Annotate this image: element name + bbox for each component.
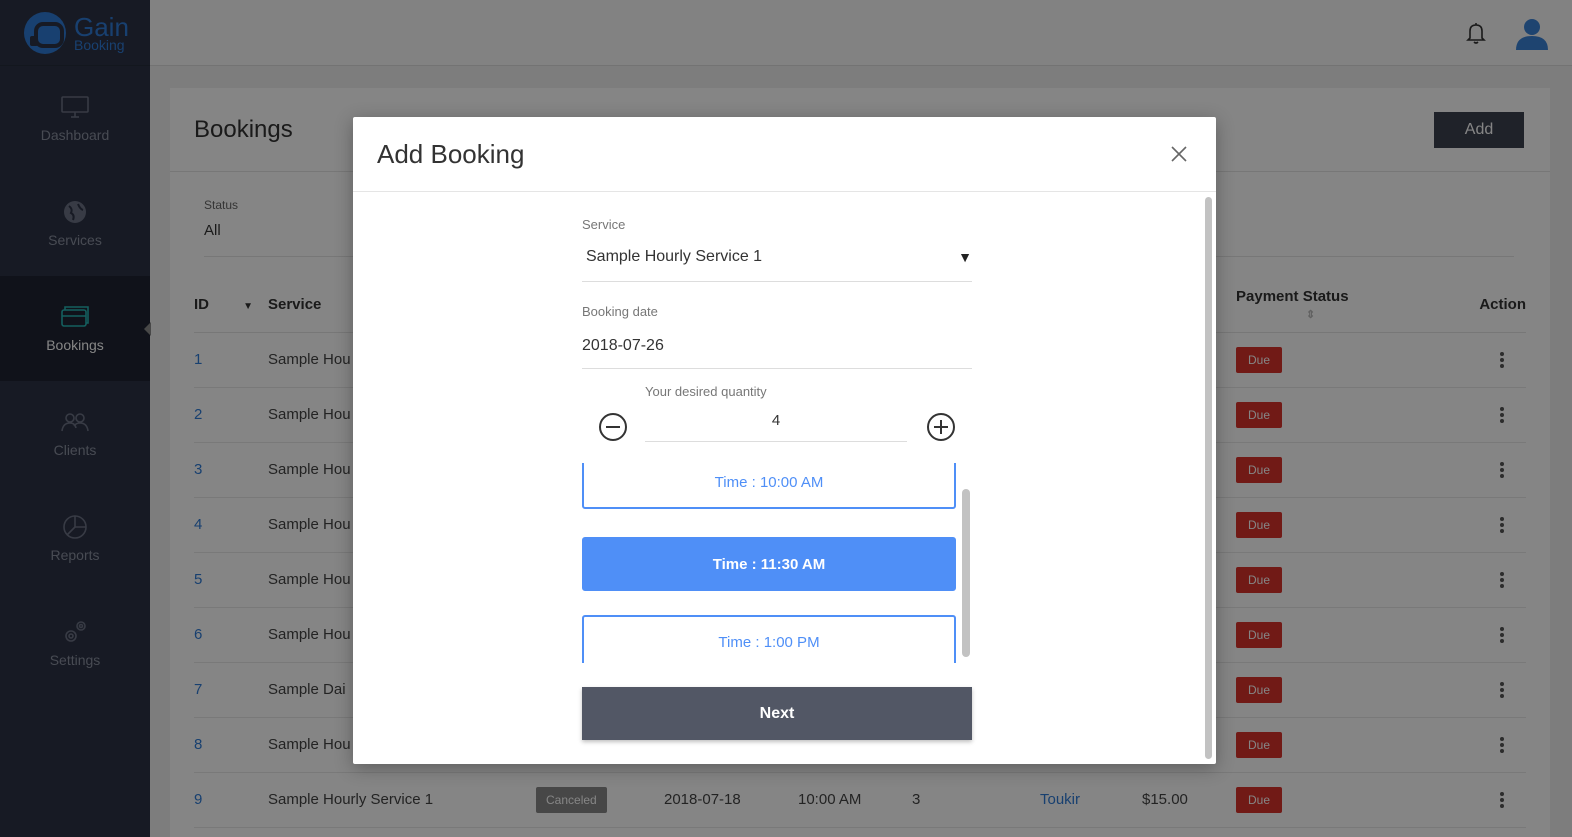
add-booking-modal: Add Booking Service Sample Hourly Servic… bbox=[353, 117, 1216, 764]
service-select[interactable]: Sample Hourly Service 1 ▼ bbox=[582, 240, 972, 282]
modal-scrollbar[interactable] bbox=[1205, 197, 1212, 759]
booking-date-label: Booking date bbox=[582, 304, 658, 319]
time-slot-list: Time : 10:00 AM Time : 11:30 AM Time : 1… bbox=[582, 463, 972, 663]
booking-form: Service Sample Hourly Service 1 ▼ Bookin… bbox=[582, 217, 972, 369]
time-slot-scrollbar[interactable] bbox=[962, 489, 970, 657]
quantity-stepper: Your desired quantity 4 bbox=[582, 384, 972, 444]
quantity-label: Your desired quantity bbox=[645, 384, 767, 399]
minus-circle-icon[interactable] bbox=[598, 412, 628, 442]
modal-header: Add Booking bbox=[353, 117, 1216, 192]
dropdown-arrow-icon: ▼ bbox=[958, 249, 972, 265]
quantity-input[interactable]: 4 bbox=[645, 408, 907, 442]
booking-date-field[interactable]: 2018-07-26 bbox=[582, 329, 972, 369]
time-slot[interactable]: Time : 1:00 PM bbox=[582, 615, 956, 663]
service-select-value: Sample Hourly Service 1 bbox=[586, 248, 763, 265]
time-slot-selected[interactable]: Time : 11:30 AM bbox=[582, 537, 956, 591]
modal-title: Add Booking bbox=[377, 139, 525, 169]
time-slot[interactable]: Time : 10:00 AM bbox=[582, 463, 956, 509]
plus-circle-icon[interactable] bbox=[926, 412, 956, 442]
close-icon[interactable] bbox=[1164, 139, 1194, 169]
next-button[interactable]: Next bbox=[582, 687, 972, 740]
service-label: Service bbox=[582, 217, 626, 232]
